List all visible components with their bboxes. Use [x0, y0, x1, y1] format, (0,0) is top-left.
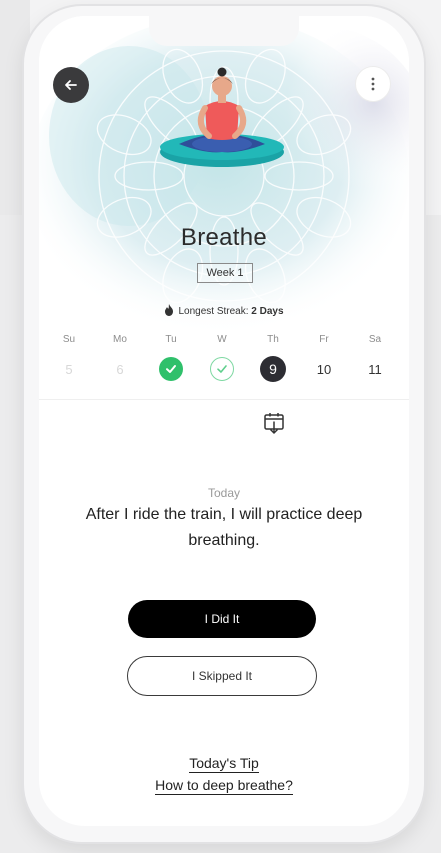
more-vertical-icon — [371, 77, 375, 91]
day-number: 10 — [316, 361, 332, 377]
habit-title: Breathe — [180, 224, 268, 251]
day-number: 11 — [368, 361, 382, 377]
week-badge: Week 1 — [197, 263, 253, 283]
day-monday[interactable]: Mo 6 — [100, 334, 140, 382]
day-name: Sa — [368, 334, 382, 345]
today-label: Today — [207, 486, 241, 500]
check-outline-icon — [210, 357, 234, 381]
app-screen: Breathe Week 1 Longest Streak: 2 Days Su… — [39, 16, 409, 826]
day-status — [151, 356, 191, 382]
i-skipped-it-button[interactable]: I Skipped It — [127, 656, 317, 696]
todays-tip-label: Today's Tip — [189, 755, 259, 773]
section-divider — [39, 399, 409, 400]
more-options-button[interactable] — [355, 66, 391, 102]
day-sunday[interactable]: Su 5 — [49, 334, 89, 382]
completed-check-icon — [159, 357, 183, 381]
day-friday[interactable]: Fr 10 — [304, 334, 344, 382]
longest-streak: Longest Streak: 2 Days — [39, 304, 409, 317]
day-thursday[interactable]: Th 9 — [253, 334, 293, 382]
today-day-number: 9 — [260, 356, 286, 382]
day-name: Th — [267, 334, 279, 345]
calendar-download-icon[interactable] — [263, 412, 285, 436]
i-did-it-button[interactable]: I Did It — [128, 600, 316, 638]
day-wednesday[interactable]: W — [202, 334, 242, 382]
streak-label: Longest Streak: — [178, 306, 249, 317]
tip-link-label[interactable]: How to deep breathe? — [155, 777, 293, 795]
day-name: Fr — [319, 334, 329, 345]
flame-icon — [165, 304, 174, 316]
week-calendar: Su 5 Mo 6 Tu W Th 9 Fr 10 Sa 11 — [45, 334, 403, 394]
phone-notch — [149, 16, 299, 46]
day-status — [202, 356, 242, 382]
phone-frame: Breathe Week 1 Longest Streak: 2 Days Su… — [24, 6, 424, 842]
day-name: Mo — [113, 334, 127, 345]
day-tuesday[interactable]: Tu — [151, 334, 191, 382]
day-name: Tu — [165, 334, 177, 345]
back-button[interactable] — [53, 67, 89, 103]
tip-link[interactable]: How to deep breathe? — [39, 777, 409, 795]
day-status: 9 — [253, 356, 293, 382]
day-saturday[interactable]: Sa 11 — [355, 334, 395, 382]
todays-tip-title: Today's Tip — [39, 755, 409, 773]
day-number: 5 — [65, 361, 73, 377]
arrow-left-icon — [65, 80, 77, 90]
habit-intention: After I ride the train, I will practice … — [85, 506, 363, 549]
day-name: W — [217, 334, 227, 345]
meditation-illustration — [39, 16, 409, 346]
day-name: Su — [62, 334, 76, 345]
streak-value: 2 Days — [251, 306, 284, 317]
day-number: 6 — [116, 361, 124, 377]
